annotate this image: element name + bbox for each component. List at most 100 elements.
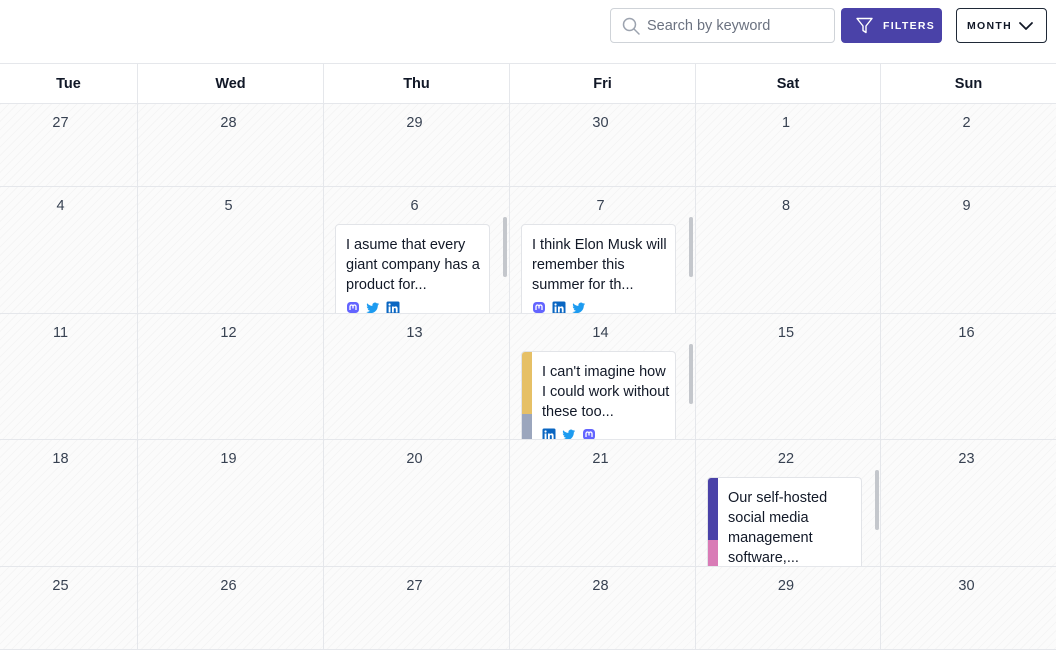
search-input[interactable] [647,9,827,42]
calendar-grid: 27 28 29 30 1 2 4 5 6 I asume that every giant co… [0,104,1056,650]
day-cell[interactable]: 25 [0,567,138,650]
post-text: I think Elon Musk will remember this sum… [532,237,667,293]
day-cell[interactable]: 9 [881,187,1056,314]
day-cell[interactable]: 5 [138,187,324,314]
day-cell[interactable]: 19 [138,440,324,567]
cell-scrollbar[interactable] [689,344,693,404]
day-number: 14 [592,325,609,341]
day-number: 25 [52,578,69,594]
day-number: 26 [220,578,237,594]
day-cell[interactable]: 15 [696,314,881,440]
post-card[interactable]: I can't imagine how I could work without… [521,351,676,439]
post-card[interactable]: I asume that every giant company has a p… [335,224,490,313]
month-calendar: Tue Wed Thu Fri Sat Sun 27 28 29 30 1 2 4 5 6 I asume … [0,63,1056,650]
view-select-month[interactable]: MONTH [956,8,1047,43]
day-cell[interactable]: 7 I think Elon Musk will remember this su… [510,187,696,314]
day-cell[interactable]: 18 [0,440,138,567]
post-networks [532,301,586,313]
day-number: 23 [958,451,975,467]
cell-scrollbar[interactable] [875,470,879,530]
post-networks [346,301,400,313]
post-label-stripe [708,478,718,540]
day-number: 2 [962,115,971,131]
day-cell[interactable]: 26 [138,567,324,650]
post-label-stripe [522,352,532,414]
day-cell[interactable]: 1 [696,104,881,187]
day-cell[interactable]: 20 [324,440,510,567]
day-number: 15 [777,325,795,341]
view-label: MONTH [967,19,1012,32]
day-cell[interactable]: 23 [881,440,1056,567]
day-cell[interactable]: 29 [696,567,881,650]
day-cell[interactable]: 29 [324,104,510,187]
day-number: 28 [592,578,609,594]
day-number: 30 [592,115,609,131]
post-networks [542,428,596,439]
linkedin-icon [386,301,400,313]
day-cell[interactable]: 8 [696,187,881,314]
chevron-down-icon [1018,19,1034,33]
day-cell[interactable]: 27 [324,567,510,650]
day-number: 11 [52,325,69,341]
day-cell[interactable]: 14 I can't imagine how I could work witho… [510,314,696,440]
filter-icon [855,16,874,35]
day-cell[interactable]: 2 [881,104,1056,187]
day-number: 5 [224,198,233,214]
search-icon [622,17,640,35]
weekday-tue: Tue [0,64,138,104]
day-number: 27 [406,578,423,594]
day-number: 18 [52,451,69,467]
day-number: 4 [56,198,65,214]
day-number: 27 [52,115,69,131]
post-text: I asume that every giant company has a p… [346,237,480,293]
day-cell[interactable]: 11 [0,314,138,440]
day-number: 29 [777,578,795,594]
day-cell[interactable]: 13 [324,314,510,440]
day-cell[interactable]: 30 [881,567,1056,650]
twitter-icon [366,301,380,313]
day-number: 13 [406,325,423,341]
post-label-stripe [708,540,718,566]
cell-scrollbar[interactable] [689,217,693,277]
day-number: 21 [592,451,609,467]
day-number: 30 [958,578,975,594]
day-number: 8 [781,198,791,214]
day-number: 16 [958,325,975,341]
post-card[interactable]: I think Elon Musk will remember this sum… [521,224,676,313]
weekday-thu: Thu [324,64,510,104]
linkedin-icon [552,301,566,313]
day-cell[interactable]: 12 [138,314,324,440]
day-number: 28 [220,115,237,131]
post-label-stripe [522,414,532,439]
post-text: Our self-hosted social media management … [728,490,828,566]
day-cell[interactable]: 30 [510,104,696,187]
weekday-header: Tue Wed Thu Fri Sat Sun [0,63,1056,104]
post-card[interactable]: Our self-hosted social media management … [707,477,862,566]
day-number: 7 [596,198,605,214]
twitter-icon [562,428,576,439]
day-cell[interactable]: 6 I asume that every giant company has a … [324,187,510,314]
day-number: 1 [781,115,791,131]
day-number: 19 [220,451,237,467]
weekday-sat: Sat [696,64,881,104]
cell-scrollbar[interactable] [503,217,507,277]
day-number: 29 [406,115,423,131]
mastodon-icon [346,301,360,313]
day-cell[interactable]: 4 [0,187,138,314]
search-box[interactable] [610,8,835,43]
day-cell[interactable]: 21 [510,440,696,567]
filters-button[interactable]: FILTERS [841,8,942,43]
day-number: 9 [962,198,971,214]
twitter-icon [572,301,586,313]
day-cell[interactable]: 28 [510,567,696,650]
post-text: I can't imagine how I could work without… [542,364,670,420]
weekday-sun: Sun [954,76,983,92]
day-cell[interactable]: 22 Our self-hosted social media managemen… [696,440,881,567]
day-number: 20 [406,451,423,467]
filters-label: FILTERS [883,19,936,32]
day-cell[interactable]: 27 [0,104,138,187]
day-cell[interactable]: 28 [138,104,324,187]
day-cell[interactable]: 16 [881,314,1056,440]
mastodon-icon [582,428,596,439]
day-number: 6 [410,198,419,214]
